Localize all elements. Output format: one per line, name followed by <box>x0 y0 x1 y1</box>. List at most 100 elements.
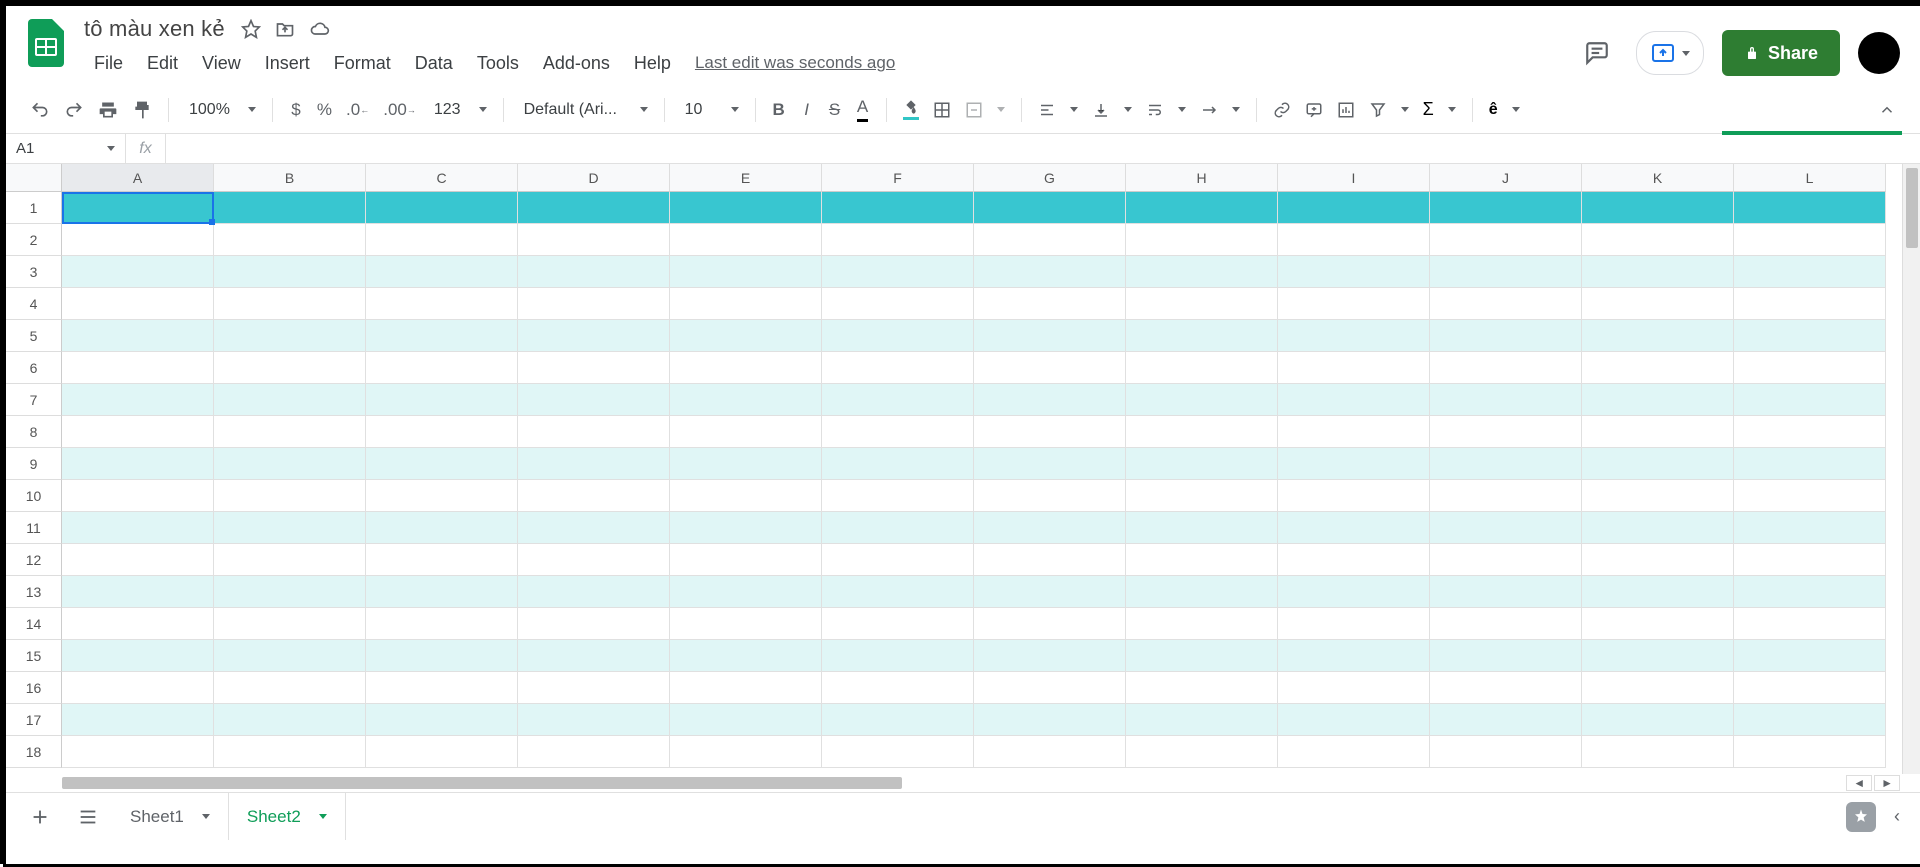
cell-A17[interactable] <box>62 704 214 736</box>
cell-D15[interactable] <box>518 640 670 672</box>
cell-F1[interactable] <box>822 192 974 224</box>
all-sheets-button[interactable] <box>64 806 112 828</box>
cell-J13[interactable] <box>1430 576 1582 608</box>
cell-A15[interactable] <box>62 640 214 672</box>
cell-L17[interactable] <box>1734 704 1886 736</box>
row-header-16[interactable]: 16 <box>6 672 62 704</box>
cell-E11[interactable] <box>670 512 822 544</box>
cell-A5[interactable] <box>62 320 214 352</box>
cell-H10[interactable] <box>1126 480 1278 512</box>
input-tools-dropdown[interactable]: ê <box>1483 101 1526 119</box>
decimal-decrease-button[interactable]: .0← <box>340 95 375 125</box>
cell-B5[interactable] <box>214 320 366 352</box>
cell-E12[interactable] <box>670 544 822 576</box>
cell-B12[interactable] <box>214 544 366 576</box>
cell-D11[interactable] <box>518 512 670 544</box>
font-dropdown[interactable]: Default (Ari... <box>514 101 654 119</box>
cell-I13[interactable] <box>1278 576 1430 608</box>
cell-D8[interactable] <box>518 416 670 448</box>
cell-B3[interactable] <box>214 256 366 288</box>
cell-K15[interactable] <box>1582 640 1734 672</box>
row-header-18[interactable]: 18 <box>6 736 62 768</box>
col-header-G[interactable]: G <box>974 164 1126 192</box>
row-header-7[interactable]: 7 <box>6 384 62 416</box>
cell-F12[interactable] <box>822 544 974 576</box>
cell-G9[interactable] <box>974 448 1126 480</box>
font-size-dropdown[interactable]: 10 <box>675 101 745 119</box>
cell-B13[interactable] <box>214 576 366 608</box>
cell-J1[interactable] <box>1430 192 1582 224</box>
cell-E8[interactable] <box>670 416 822 448</box>
cell-I5[interactable] <box>1278 320 1430 352</box>
cell-B6[interactable] <box>214 352 366 384</box>
cell-J9[interactable] <box>1430 448 1582 480</box>
cell-I16[interactable] <box>1278 672 1430 704</box>
cell-J2[interactable] <box>1430 224 1582 256</box>
cell-D9[interactable] <box>518 448 670 480</box>
row-header-17[interactable]: 17 <box>6 704 62 736</box>
cell-A4[interactable] <box>62 288 214 320</box>
cell-G3[interactable] <box>974 256 1126 288</box>
cell-C1[interactable] <box>366 192 518 224</box>
cell-L5[interactable] <box>1734 320 1886 352</box>
cell-E1[interactable] <box>670 192 822 224</box>
menu-addons[interactable]: Add-ons <box>533 49 620 78</box>
cell-L4[interactable] <box>1734 288 1886 320</box>
borders-button[interactable] <box>927 95 957 125</box>
cell-K2[interactable] <box>1582 224 1734 256</box>
cell-K16[interactable] <box>1582 672 1734 704</box>
row-header-14[interactable]: 14 <box>6 608 62 640</box>
cell-I1[interactable] <box>1278 192 1430 224</box>
insert-link-button[interactable] <box>1267 95 1297 125</box>
cell-I15[interactable] <box>1278 640 1430 672</box>
cell-F14[interactable] <box>822 608 974 640</box>
cell-D5[interactable] <box>518 320 670 352</box>
cell-E18[interactable] <box>670 736 822 768</box>
cell-B2[interactable] <box>214 224 366 256</box>
number-format-dropdown[interactable]: 123 <box>424 101 493 119</box>
cell-E15[interactable] <box>670 640 822 672</box>
cell-H1[interactable] <box>1126 192 1278 224</box>
cell-H11[interactable] <box>1126 512 1278 544</box>
cell-B15[interactable] <box>214 640 366 672</box>
redo-button[interactable] <box>58 95 90 125</box>
cell-J3[interactable] <box>1430 256 1582 288</box>
menu-data[interactable]: Data <box>405 49 463 78</box>
currency-button[interactable]: $ <box>283 95 309 125</box>
row-header-3[interactable]: 3 <box>6 256 62 288</box>
cell-J18[interactable] <box>1430 736 1582 768</box>
row-header-6[interactable]: 6 <box>6 352 62 384</box>
cell-A3[interactable] <box>62 256 214 288</box>
cell-G10[interactable] <box>974 480 1126 512</box>
cell-C8[interactable] <box>366 416 518 448</box>
cell-C4[interactable] <box>366 288 518 320</box>
col-header-K[interactable]: K <box>1582 164 1734 192</box>
cell-E6[interactable] <box>670 352 822 384</box>
cell-H18[interactable] <box>1126 736 1278 768</box>
collapse-toolbar-button[interactable] <box>1872 95 1902 125</box>
strike-button[interactable]: S <box>822 95 848 125</box>
row-header-4[interactable]: 4 <box>6 288 62 320</box>
text-color-button[interactable]: A <box>850 95 876 125</box>
sheet-tab-sheet2[interactable]: Sheet2 <box>228 793 346 840</box>
cell-G12[interactable] <box>974 544 1126 576</box>
cell-D4[interactable] <box>518 288 670 320</box>
cell-I10[interactable] <box>1278 480 1430 512</box>
undo-button[interactable] <box>24 95 56 125</box>
cell-I11[interactable] <box>1278 512 1430 544</box>
cell-A11[interactable] <box>62 512 214 544</box>
cell-L16[interactable] <box>1734 672 1886 704</box>
name-box[interactable]: A1 <box>6 134 126 163</box>
cell-D12[interactable] <box>518 544 670 576</box>
cell-E10[interactable] <box>670 480 822 512</box>
row-header-15[interactable]: 15 <box>6 640 62 672</box>
cell-E4[interactable] <box>670 288 822 320</box>
cloud-saved-icon[interactable] <box>309 19 331 39</box>
cell-D13[interactable] <box>518 576 670 608</box>
cell-A10[interactable] <box>62 480 214 512</box>
cell-A1[interactable] <box>62 192 214 224</box>
cell-H6[interactable] <box>1126 352 1278 384</box>
row-header-8[interactable]: 8 <box>6 416 62 448</box>
cell-B4[interactable] <box>214 288 366 320</box>
cell-F18[interactable] <box>822 736 974 768</box>
